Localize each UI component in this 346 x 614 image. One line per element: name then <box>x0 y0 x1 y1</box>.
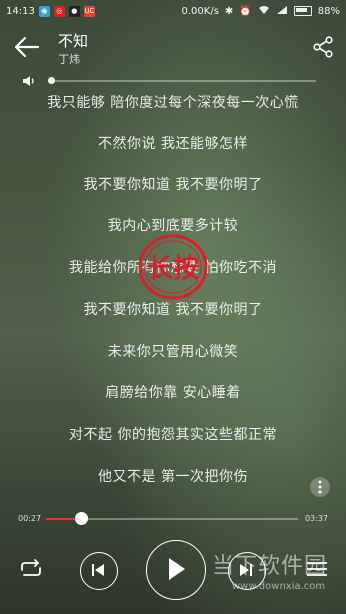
lyric-line: 我只能够 陪你度过每个深夜每一次心慌 <box>47 95 299 111</box>
artist-name: 丁炜 <box>58 53 80 66</box>
battery-icon <box>293 6 312 16</box>
current-time: 00:27 <box>18 514 42 523</box>
back-button[interactable] <box>14 36 40 58</box>
uc-app-icon: UC <box>83 5 95 17</box>
qq-app-icon: ● <box>68 5 80 17</box>
more-vertical-icon <box>318 480 322 494</box>
watermark-url: www.downxia.com <box>232 581 326 592</box>
play-icon <box>169 558 185 580</box>
lyric-line: 肩膀给你靠 安心睡着 <box>105 385 241 401</box>
lyric-line: 他又不是 第一次把你伤 <box>98 469 248 485</box>
lyric-line: 对不起 你的抱怨其实这些都正常 <box>69 427 277 443</box>
volume-control[interactable] <box>22 74 322 88</box>
progress-bar[interactable]: 00:27 03:37 <box>0 510 346 528</box>
previous-track-button[interactable] <box>80 552 118 590</box>
stamp-text: 长按 <box>147 253 199 284</box>
share-button[interactable] <box>312 36 334 58</box>
wifi-icon <box>258 5 270 18</box>
lyric-line: 未来你只管用心微笑 <box>107 344 239 360</box>
sina-app-icon: ◉ <box>38 5 50 17</box>
progress-knob[interactable] <box>75 512 88 525</box>
netease-app-icon: ◎ <box>53 5 65 17</box>
lyric-line: 我不要你知道 我不要你明了 <box>83 302 263 318</box>
lyric-line: 我不要你知道 我不要你明了 <box>83 177 263 193</box>
volume-track[interactable] <box>48 80 316 82</box>
watermark-text: 当下软件园 <box>212 554 328 579</box>
song-title: 不知 <box>58 32 89 50</box>
battery-percent: 88% <box>317 5 340 17</box>
play-pause-button[interactable] <box>146 540 206 600</box>
status-bar: 14:13 ◉ ◎ ● UC 0.00K/s ✱ ⏰ 88% <box>0 0 346 22</box>
network-speed: 0.00K/s <box>181 5 219 17</box>
lyric-line: 不然你说 我还能够怎样 <box>98 136 248 152</box>
volume-icon <box>23 76 34 86</box>
back-arrow-icon <box>14 36 40 58</box>
share-icon <box>313 36 333 58</box>
total-time: 03:37 <box>304 514 328 523</box>
signal-icon <box>276 5 288 18</box>
long-press-stamp: 长按 <box>138 234 208 300</box>
alarm-icon: ⏰ <box>239 5 252 17</box>
bluetooth-icon: ✱ <box>224 5 234 17</box>
status-time: 14:13 <box>6 5 35 17</box>
volume-knob[interactable] <box>48 77 55 84</box>
previous-icon <box>92 564 104 576</box>
player-header: 不知 丁炜 <box>0 28 346 68</box>
repeat-icon <box>21 559 41 576</box>
repeat-mode-button[interactable] <box>18 558 44 580</box>
watermark: 当下软件园 www.downxia.com <box>202 548 342 598</box>
more-options-button[interactable] <box>310 477 330 497</box>
